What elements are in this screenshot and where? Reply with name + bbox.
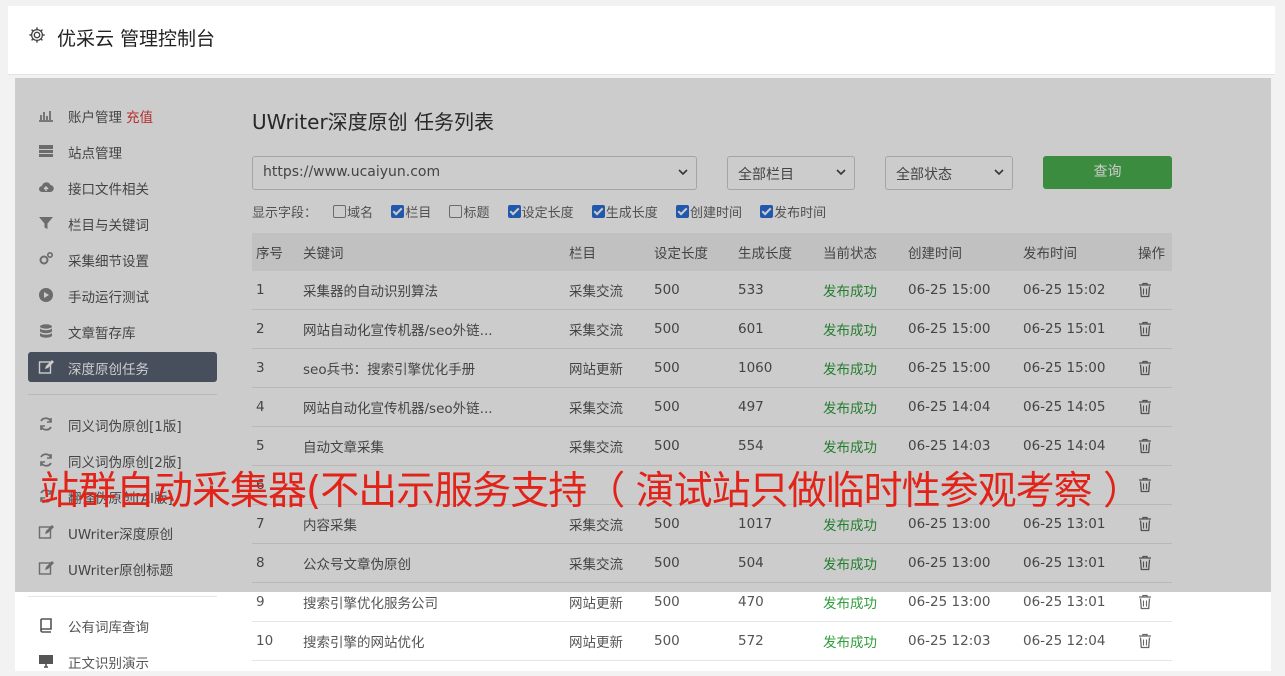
table-cell: 10 [252,621,299,661]
monitor-icon [39,655,53,668]
gear-icon[interactable] [28,26,46,44]
table-cell: 发布成功 [819,621,904,661]
trash-icon[interactable] [1138,633,1152,649]
watermark-banner: 站群自动采集器(不出示服务支持（ 演试站只做临时性参观考察 ） [40,469,1142,514]
table-cell: 搜索引擎的网站优化 [299,621,565,661]
actions-cell [1134,621,1172,661]
top-bar: 优采云 管理控制台 [8,6,1275,75]
app-title: 优采云 管理控制台 [57,28,216,50]
table-cell: 06-25 12:03 [904,621,1019,661]
sidebar-item-label: 公有词库查询 [68,620,149,636]
table-cell: 500 [650,621,734,661]
book-icon [40,618,52,633]
sidebar-item-label: 正文识别演示 [68,656,149,672]
sidebar-divider [28,596,217,597]
table-cell: 572 [734,621,819,661]
trash-icon[interactable] [1138,594,1152,610]
table-cell: 网站更新 [565,621,650,661]
table-row: 10 搜索引擎的网站优化 网站更新 500 572 发布成功 06-25 12:03 06-2… [252,621,1172,661]
sidebar-item-text-recognition[interactable]: 正文识别演示 [28,646,217,676]
sidebar-item-public-lexicon[interactable]: 公有词库查询 [28,610,217,640]
table-cell: 06-25 12:04 [1019,621,1134,661]
